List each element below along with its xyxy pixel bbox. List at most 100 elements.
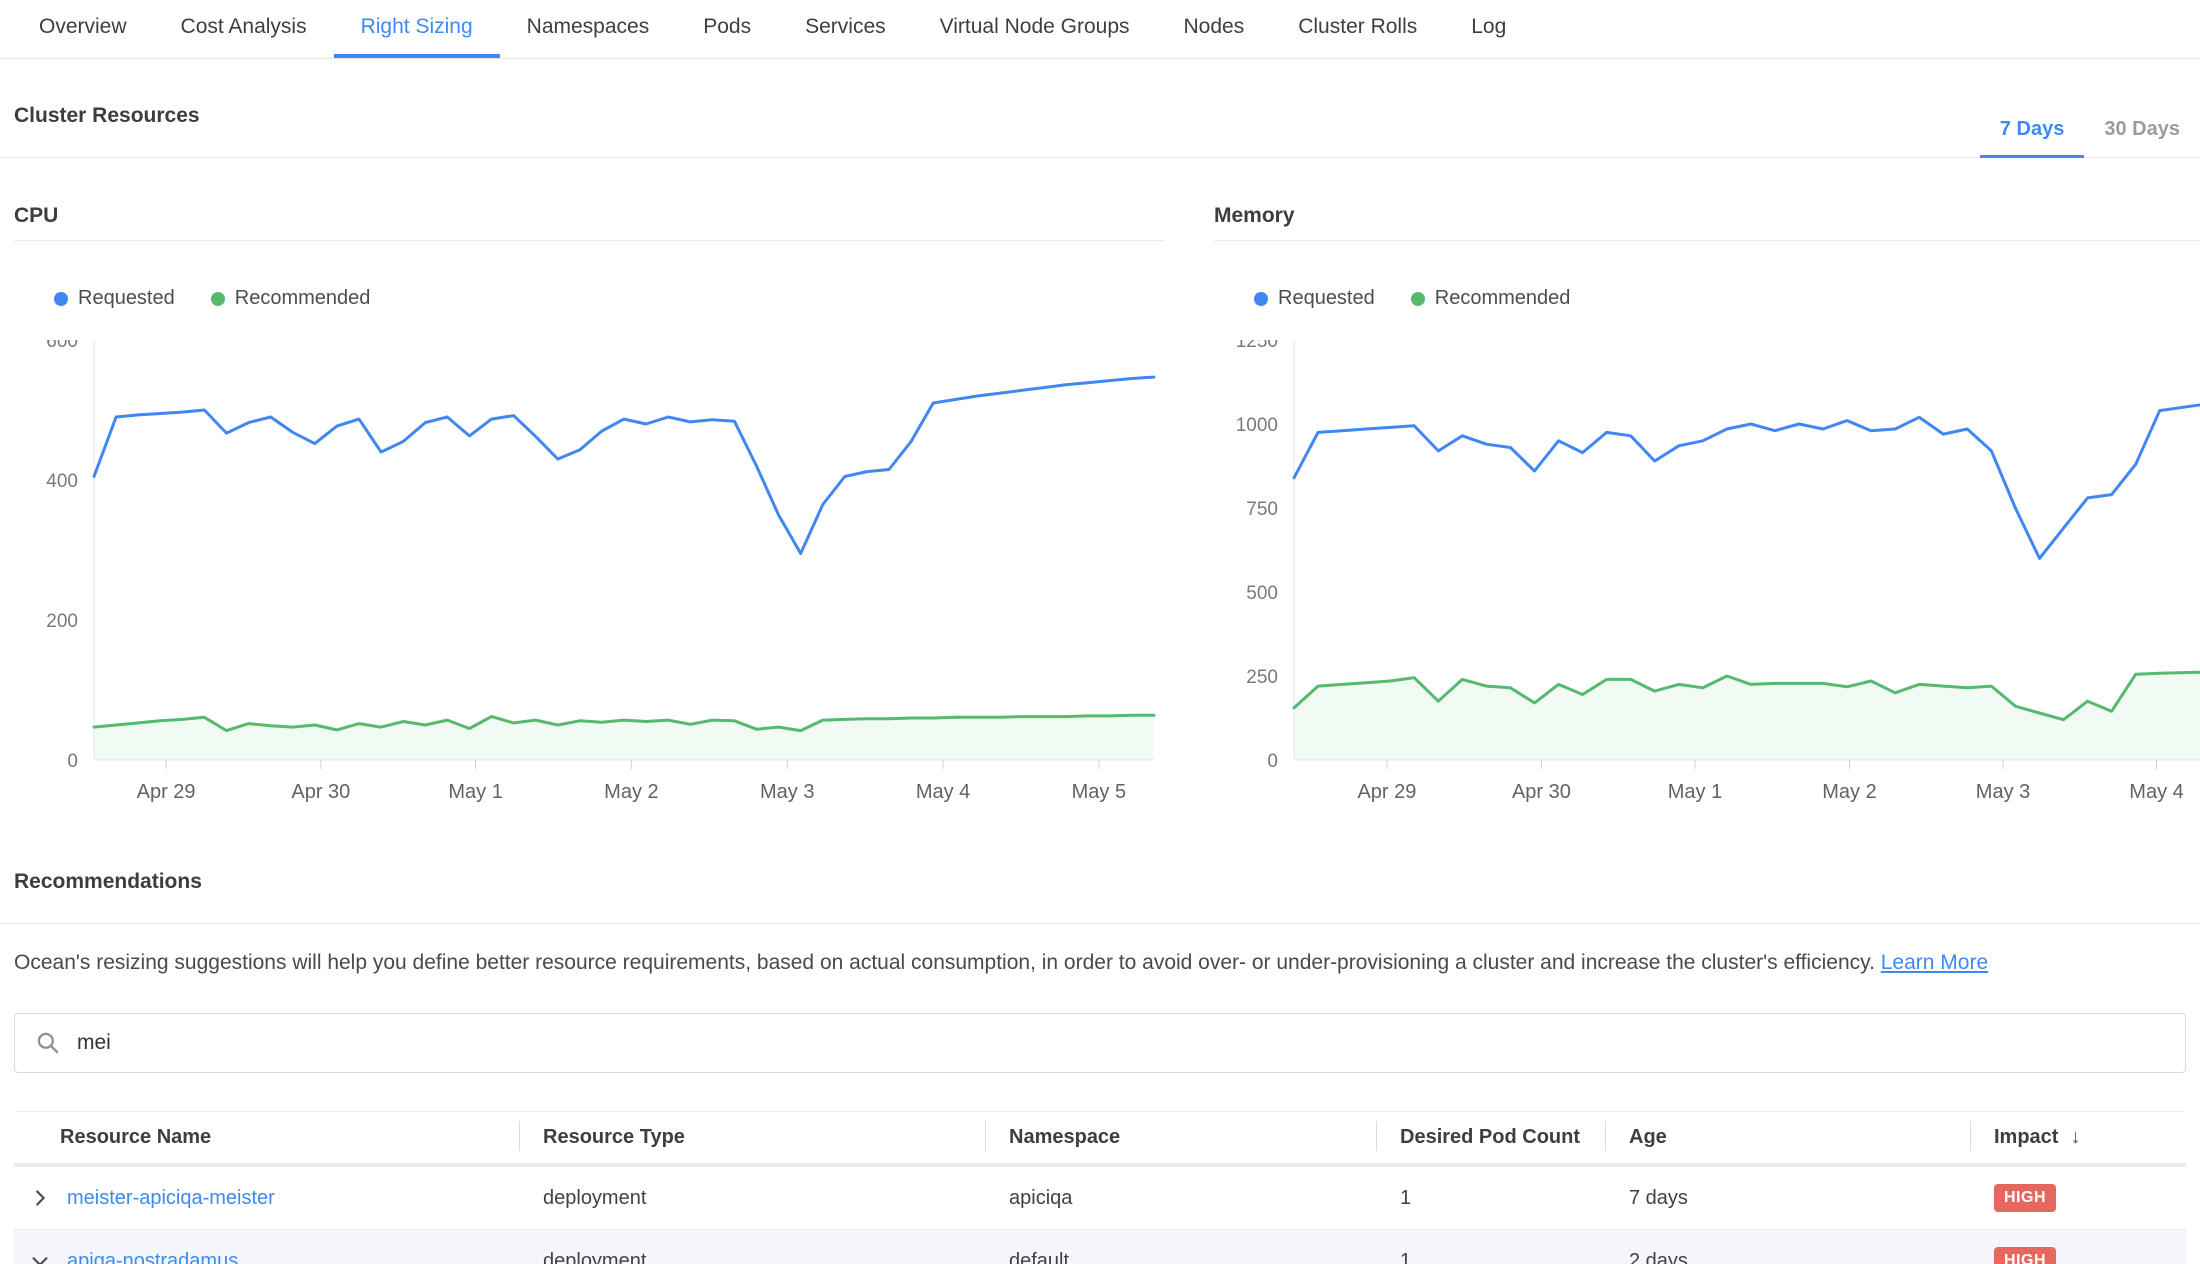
impact-cell: HIGH	[1970, 1184, 2186, 1212]
search-icon	[35, 1030, 61, 1056]
recommendations-header: Recommendations	[0, 870, 2200, 924]
time-range-switcher: 7 Days 30 Days	[1980, 104, 2200, 157]
resource-type-cell: deployment	[519, 1187, 985, 1210]
sort-descending-icon[interactable]: ↓	[2070, 1126, 2080, 1149]
resource-name-cell: meister-apiciqa-meister	[14, 1186, 519, 1210]
table-row: meister-apiciqa-meister deployment apici…	[14, 1167, 2186, 1230]
svg-text:Apr 30: Apr 30	[1512, 781, 1571, 803]
requested-legend-label: Requested	[1278, 287, 1375, 310]
resource-name-link[interactable]: meister-apiciqa-meister	[67, 1187, 275, 1210]
column-header-resource-name[interactable]: Resource Name	[14, 1112, 519, 1163]
impact-high-badge: HIGH	[1994, 1184, 2056, 1212]
charts-row: CPU Requested Recommended 600 400 200 0 Apr …	[0, 158, 2200, 811]
age-cell: 2 days	[1605, 1250, 1970, 1264]
tab-pods[interactable]: Pods	[676, 0, 778, 58]
requested-legend-dot	[1254, 292, 1268, 306]
recommendations-title: Recommendations	[14, 870, 2200, 923]
tab-services[interactable]: Services	[778, 0, 913, 58]
age-cell: 7 days	[1605, 1187, 1970, 1210]
svg-text:400: 400	[46, 471, 78, 492]
svg-text:250: 250	[1246, 667, 1278, 688]
svg-text:500: 500	[1246, 583, 1278, 604]
resource-type-cell: deployment	[519, 1250, 985, 1264]
svg-text:May 3: May 3	[1976, 781, 2030, 803]
column-header-desired-pod-count[interactable]: Desired Pod Count	[1376, 1112, 1605, 1163]
collapse-row-button[interactable]	[28, 1249, 52, 1264]
requested-legend-dot	[54, 292, 68, 306]
recommendations-description-text: Ocean's resizing suggestions will help y…	[14, 951, 1881, 974]
cpu-chart-canvas: 600 400 200 0 Apr 29 Apr 30 May 1 May 2 May 3 May…	[14, 340, 1160, 806]
range-tab-30-days[interactable]: 30 Days	[2084, 104, 2200, 158]
tab-virtual-node-groups[interactable]: Virtual Node Groups	[913, 0, 1157, 58]
svg-text:May 4: May 4	[2129, 781, 2183, 803]
recommended-legend-dot	[211, 292, 225, 306]
column-header-resource-type[interactable]: Resource Type	[519, 1112, 985, 1163]
column-header-impact[interactable]: Impact ↓	[1970, 1112, 2186, 1163]
impact-high-badge: HIGH	[1994, 1247, 2056, 1264]
cpu-chart-panel: CPU Requested Recommended 600 400 200 0 Apr …	[14, 158, 1164, 811]
svg-text:May 3: May 3	[760, 781, 814, 803]
svg-text:600: 600	[46, 340, 78, 352]
cpu-chart-legend: Requested Recommended	[54, 287, 1164, 310]
memory-chart: 125010007505002500Apr 29Apr 30May 1May 2…	[1214, 340, 2200, 811]
top-nav: Overview Cost Analysis Right Sizing Name…	[0, 0, 2200, 59]
svg-text:May 5: May 5	[1072, 781, 1126, 803]
recommendations-description: Ocean's resizing suggestions will help y…	[14, 948, 2186, 977]
cluster-resources-header: Cluster Resources 7 Days 30 Days	[0, 59, 2200, 158]
table-header-row: Resource Name Resource Type Namespace De…	[14, 1111, 2186, 1167]
tab-overview[interactable]: Overview	[12, 0, 154, 58]
memory-legend-recommended[interactable]: Recommended	[1411, 287, 1571, 310]
cpu-chart-title: CPU	[14, 158, 1164, 241]
memory-chart-canvas: 125010007505002500Apr 29Apr 30May 1May 2…	[1214, 340, 2200, 806]
chevron-down-icon	[29, 1250, 51, 1264]
svg-text:1250: 1250	[1236, 340, 1278, 352]
tab-nodes[interactable]: Nodes	[1157, 0, 1272, 58]
memory-chart-legend: Requested Recommended	[1254, 287, 2200, 310]
svg-text:May 4: May 4	[916, 781, 970, 803]
search-input[interactable]	[77, 1031, 2165, 1055]
desired-pod-count-cell: 1	[1376, 1187, 1605, 1210]
resource-name-link[interactable]: apiqa-nostradamus	[67, 1250, 238, 1264]
impact-header-label: Impact	[1994, 1126, 2058, 1149]
memory-chart-title: Memory	[1214, 158, 2200, 241]
requested-legend-label: Requested	[78, 287, 175, 310]
cpu-legend-recommended[interactable]: Recommended	[211, 287, 371, 310]
svg-text:Apr 30: Apr 30	[291, 781, 350, 803]
svg-text:750: 750	[1246, 499, 1278, 520]
namespace-cell: default	[985, 1250, 1376, 1264]
expand-row-button[interactable]	[28, 1186, 52, 1210]
column-header-age[interactable]: Age	[1605, 1112, 1970, 1163]
resource-name-cell: apiqa-nostradamus	[14, 1249, 519, 1264]
svg-text:Apr 29: Apr 29	[137, 781, 196, 803]
range-tab-7-days[interactable]: 7 Days	[1980, 104, 2085, 158]
recommended-legend-dot	[1411, 292, 1425, 306]
desired-pod-count-cell: 1	[1376, 1250, 1605, 1264]
search-box	[14, 1013, 2186, 1073]
recommendations-table: Resource Name Resource Type Namespace De…	[14, 1111, 2186, 1264]
chevron-right-icon	[29, 1187, 51, 1209]
recommended-legend-label: Recommended	[235, 287, 371, 310]
svg-text:May 2: May 2	[1822, 781, 1876, 803]
tab-cost-analysis[interactable]: Cost Analysis	[154, 0, 334, 58]
tab-log[interactable]: Log	[1444, 0, 1533, 58]
tab-cluster-rolls[interactable]: Cluster Rolls	[1271, 0, 1444, 58]
memory-legend-requested[interactable]: Requested	[1254, 287, 1375, 310]
learn-more-link[interactable]: Learn More	[1881, 951, 1988, 974]
table-row: apiqa-nostradamus deployment default 1 2…	[14, 1230, 2186, 1264]
cpu-legend-requested[interactable]: Requested	[54, 287, 175, 310]
svg-text:May 1: May 1	[1668, 781, 1722, 803]
svg-text:0: 0	[67, 751, 78, 772]
svg-text:200: 200	[46, 611, 78, 632]
memory-chart-panel: Memory Requested Recommended 1250 1000 750…	[1214, 158, 2200, 811]
svg-text:May 1: May 1	[448, 781, 502, 803]
cpu-chart: 600 400 200 0 Apr 29 Apr 30 May 1 May 2 May 3 May…	[14, 340, 1164, 811]
svg-text:May 2: May 2	[604, 781, 658, 803]
impact-cell: HIGH	[1970, 1247, 2186, 1264]
svg-text:0: 0	[1267, 751, 1278, 772]
tab-right-sizing[interactable]: Right Sizing	[334, 0, 500, 58]
recommended-legend-label: Recommended	[1435, 287, 1571, 310]
cluster-resources-title: Cluster Resources	[14, 59, 200, 157]
svg-text:1000: 1000	[1236, 415, 1278, 436]
column-header-namespace[interactable]: Namespace	[985, 1112, 1376, 1163]
tab-namespaces[interactable]: Namespaces	[500, 0, 677, 58]
